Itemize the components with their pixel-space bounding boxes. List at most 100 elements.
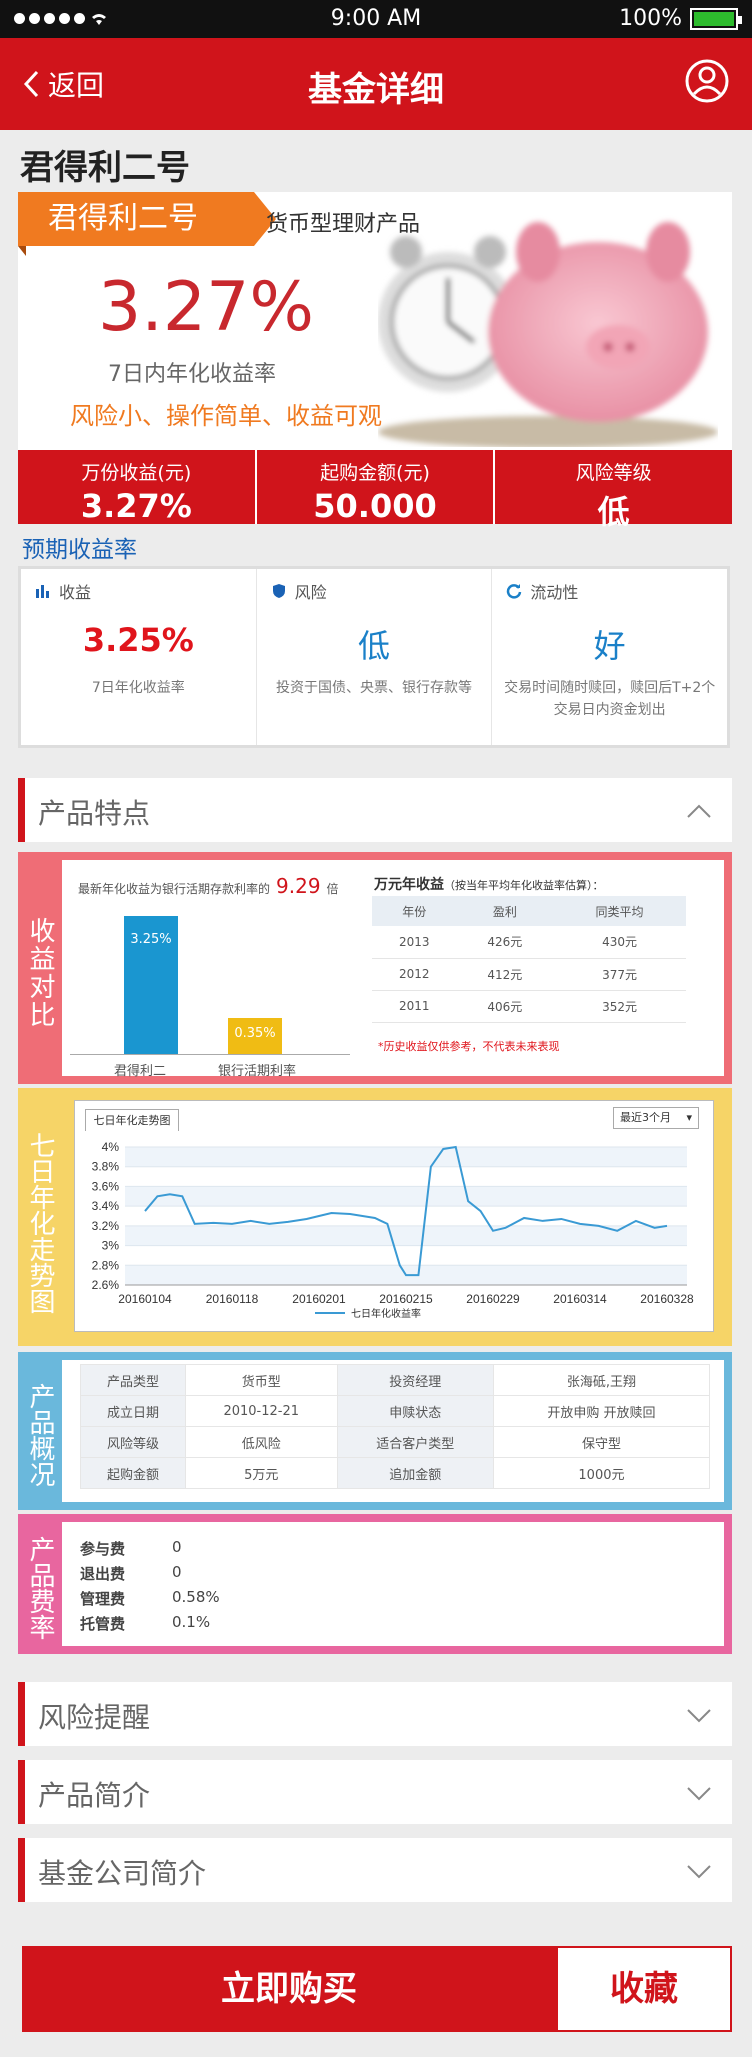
stat-item: 起购金额(元) 50.000: [257, 450, 496, 525]
range-select[interactable]: 最近3个月 ▾: [613, 1107, 699, 1129]
fee-item: 托管费 0.1%: [80, 1613, 220, 1638]
bar-chart-icon: [36, 585, 49, 598]
panel-side-label: 产品概况: [25, 1383, 55, 1487]
panel-side-label: 七日年化走势图: [25, 1132, 55, 1314]
battery-status: 100%: [619, 6, 742, 31]
table-cell: 412元: [456, 958, 554, 991]
yield-card-desc: 7日年化收益率: [91, 680, 185, 696]
y-tick-label: 3.2%: [92, 1219, 120, 1233]
refresh-icon: [507, 584, 522, 599]
fee-value: 0: [172, 1563, 182, 1581]
column-header: 年份: [372, 896, 457, 926]
caret-down-icon: ▾: [686, 1111, 692, 1124]
product-type: 货币型理财产品: [266, 212, 421, 237]
chevron-down-icon[interactable]: [686, 1780, 712, 1806]
chevron-up-icon[interactable]: [686, 798, 712, 824]
chart-band: [125, 1186, 687, 1207]
y-tick-label: 3.4%: [92, 1199, 120, 1213]
chevron-down-icon[interactable]: [686, 1702, 712, 1728]
trend-panel: 七日年化走势图 七日年化走势图 最近3个月 ▾ 4% 3.8% 3.6% 3.4% 3.2…: [18, 1088, 732, 1346]
table-cell: 低风险: [184, 1426, 338, 1458]
risk-card-header: 风险: [271, 579, 327, 603]
fee-name: 参与费: [80, 1540, 126, 1558]
overview-table: 产品类型 货币型 投资经理 张海砥,王翔 成立日期 2010-12-21 申赎状态 开放申购…: [80, 1364, 711, 1489]
fee-name: 管理费: [80, 1590, 126, 1608]
stat-value: 50.000: [313, 487, 437, 525]
product-tag: 君得利二号: [18, 192, 276, 246]
section-company-intro[interactable]: 基金公司简介: [18, 1838, 732, 1902]
fee-item: 参与费 0: [80, 1538, 220, 1563]
tab-seven-day[interactable]: 七日年化走势图: [85, 1109, 179, 1131]
battery-percent: 100%: [619, 6, 682, 31]
table-cell: 426元: [456, 926, 554, 959]
risk-card-value: 低: [358, 627, 391, 665]
fee-name: 托管费: [80, 1615, 126, 1633]
x-tick-label: 20160118: [206, 1292, 259, 1306]
section-title: 基金公司简介: [38, 1857, 207, 1890]
section-risk-warning[interactable]: 风险提醒: [18, 1682, 732, 1746]
x-tick-label: 20160328: [640, 1292, 694, 1306]
page-title: 基金详细: [308, 70, 444, 110]
table-cell: 1000元: [492, 1457, 711, 1489]
section-title: 风险提醒: [38, 1701, 151, 1734]
shield-icon: [272, 584, 285, 598]
liquidity-card-title: 流动性: [530, 583, 579, 602]
table-cell: 保守型: [492, 1426, 711, 1458]
chart-band: [125, 1166, 687, 1187]
fee-name: 退出费: [80, 1565, 126, 1583]
table-row: 2013 426元 430元: [372, 926, 686, 959]
fund-name: 君得利二号: [20, 148, 190, 188]
risk-card-title: 风险: [294, 583, 327, 602]
table-row: 风险等级 低风险 适合客户类型 保守型: [80, 1426, 711, 1458]
stat-item: 风险等级低: [495, 450, 732, 531]
nav-bar: 返回 基金详细: [0, 38, 752, 130]
stat-value: 低: [597, 493, 630, 531]
table-cell: 2012: [372, 958, 457, 991]
table-cell: 352元: [553, 990, 686, 1023]
table-cell: 430元: [553, 926, 686, 959]
compare-multiple: 9.29: [276, 874, 321, 898]
y-tick-label: 2.6%: [92, 1278, 120, 1292]
table-cell: 406元: [456, 990, 554, 1023]
income-table-title-text: 万元年收益: [374, 877, 444, 893]
column-header: 同类平均: [553, 896, 686, 926]
compare-note: 最新年化收益为银行活期存款利率的 9.29 倍: [78, 874, 339, 898]
annual-rate-label: 7日内年化收益率: [108, 362, 276, 387]
fee-value: 0.1%: [172, 1613, 211, 1631]
stat-label: 起购金额(元): [320, 462, 430, 484]
table-cell: 2011: [372, 990, 457, 1023]
battery-icon: [690, 7, 742, 30]
income-table-note: （按当年平均年化收益率估算）：: [444, 879, 604, 892]
y-tick-label: 3%: [102, 1239, 120, 1253]
chevron-down-icon[interactable]: [686, 1858, 712, 1884]
table-key: 适合客户类型: [336, 1426, 494, 1458]
stat-item: 万份收益(元) 3.27%: [18, 450, 257, 525]
table-cell: 5万元: [184, 1457, 338, 1489]
fund-bar-label: 君得利二: [114, 1064, 167, 1079]
table-key: 起购金额: [80, 1457, 186, 1489]
table-row: 2011 406元 352元: [372, 990, 686, 1023]
fees-panel: 产品费率 参与费 0 退出费 0 管理费 0.58% 托管费 0.1%: [18, 1514, 732, 1654]
user-icon[interactable]: [684, 58, 730, 104]
favorite-button[interactable]: 收藏: [556, 1946, 732, 2032]
yield-card-value: 3.25%: [82, 621, 194, 659]
section-title: 产品特点: [38, 797, 151, 830]
yield-card: 收益 3.25% 7日年化收益率: [21, 569, 257, 745]
bank-bar-label: 银行活期利率: [218, 1064, 297, 1079]
liquidity-card: 流动性 好 交易时间随时赎回，赎回后T+2个交易日内资金划出: [492, 569, 727, 745]
trend-line-chart: 4% 3.8% 3.6% 3.4% 3.2% 3% 2.8% 2.6%20160104 2016…: [92, 1140, 694, 1320]
table-row: 成立日期 2010-12-21 申赎状态 开放申购 开放赎回: [80, 1395, 711, 1427]
section-product-intro[interactable]: 产品简介: [18, 1760, 732, 1824]
column-header: 盈利: [456, 896, 554, 926]
buy-now-button[interactable]: 立即购买: [22, 1946, 556, 2032]
fee-list: 参与费 0 退出费 0 管理费 0.58% 托管费 0.1%: [80, 1538, 220, 1638]
bar-axis: [70, 1054, 350, 1055]
x-tick-label: 20160215: [379, 1292, 433, 1306]
liquidity-card-header: 流动性: [506, 579, 578, 603]
income-table: 年份 盈利 同类平均 2013 426元 430元 2012 412元 377元 2011 4…: [372, 896, 686, 1023]
piggy-bank-image: [378, 222, 718, 447]
fee-value: 0: [172, 1538, 182, 1556]
panel-side-label: 收益对比: [25, 917, 55, 1029]
section-product-features[interactable]: 产品特点: [18, 778, 732, 842]
table-cell: 377元: [553, 958, 686, 991]
